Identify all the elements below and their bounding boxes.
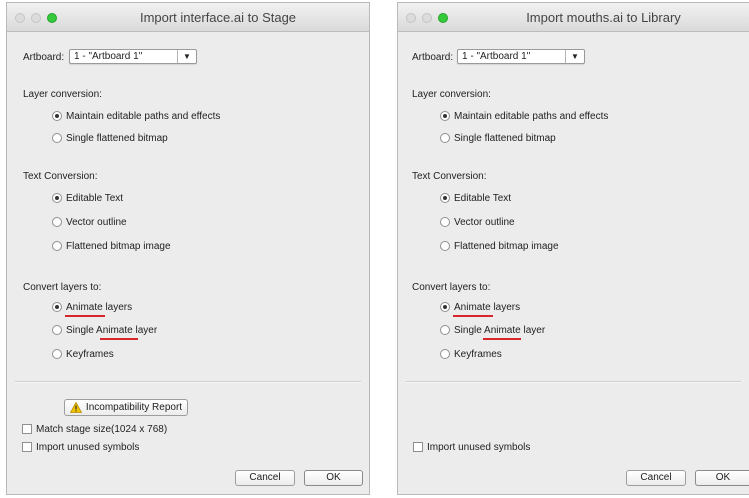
radio-button[interactable] — [440, 241, 450, 251]
artboard-label: Artboard: — [23, 52, 65, 63]
text-conversion-option-flattened-bitmap[interactable]: Flattened bitmap image — [440, 239, 559, 253]
incompatibility-report-button[interactable]: Incompatibility Report — [64, 399, 188, 416]
convert-layers-option-single-animate-layer[interactable]: Single Animate layer — [52, 323, 157, 337]
radio-button[interactable] — [52, 302, 62, 312]
radio-button[interactable] — [52, 349, 62, 359]
title-bar: Import interface.ai to Stage — [7, 3, 369, 32]
convert-layers-option-animate-layers[interactable]: Animate layers — [440, 300, 520, 314]
convert-layers-option-single-animate-layer[interactable]: Single Animate layer — [440, 323, 545, 337]
warning-icon — [69, 402, 82, 413]
layer-conversion-option-flattened-bitmap[interactable]: Single flattened bitmap — [52, 131, 168, 145]
minimize-window-button[interactable] — [422, 13, 432, 23]
dialog-title: Import mouths.ai to Library — [526, 10, 681, 25]
option-label: Maintain editable paths and effects — [454, 110, 609, 122]
radio-button[interactable] — [440, 193, 450, 203]
radio-button[interactable] — [440, 325, 450, 335]
close-window-button[interactable] — [15, 13, 25, 23]
option-label: Editable Text — [454, 192, 512, 204]
option-label: Keyframes — [66, 348, 114, 360]
convert-layers-option-animate-layers[interactable]: Animate layers — [52, 300, 132, 314]
checkbox-label: Import unused symbols — [36, 441, 140, 453]
highlight-underline — [453, 315, 493, 317]
option-label: Editable Text — [66, 192, 124, 204]
option-label: Single flattened bitmap — [66, 132, 168, 144]
radio-button[interactable] — [440, 133, 450, 143]
import-unused-symbols-checkbox[interactable]: Import unused symbols — [413, 440, 530, 454]
dropdown-arrow-icon: ▼ — [565, 50, 584, 63]
artboard-select[interactable]: 1 - "Artboard 1" ▼ — [69, 49, 197, 64]
radio-button[interactable] — [52, 325, 62, 335]
radio-button[interactable] — [440, 217, 450, 227]
text-conversion-option-editable-text[interactable]: Editable Text — [440, 191, 511, 205]
ok-button[interactable]: OK — [695, 470, 749, 486]
dropdown-arrow-icon: ▼ — [177, 50, 196, 63]
layer-conversion-option-editable-paths[interactable]: Maintain editable paths and effects — [440, 109, 608, 123]
convert-layers-heading: Convert layers to: — [23, 282, 102, 293]
import-to-library-dialog: Import mouths.ai to Library Artboard: 1 … — [397, 2, 749, 495]
convert-layers-option-keyframes[interactable]: Keyframes — [52, 347, 114, 361]
divider — [406, 381, 741, 383]
match-stage-size-checkbox[interactable]: Match stage size(1024 x 768) — [22, 422, 167, 436]
option-label: Flattened bitmap image — [454, 240, 559, 252]
option-label: Flattened bitmap image — [66, 240, 171, 252]
highlight-underline — [65, 315, 105, 317]
import-unused-symbols-checkbox[interactable]: Import unused symbols — [22, 440, 139, 454]
highlight-underline — [100, 338, 138, 340]
close-window-button[interactable] — [406, 13, 416, 23]
incompatibility-report-label: Incompatibility Report — [85, 402, 183, 413]
radio-button[interactable] — [52, 133, 62, 143]
artboard-select-value: 1 - "Artboard 1" — [462, 51, 531, 62]
ok-button[interactable]: OK — [304, 470, 363, 486]
layer-conversion-heading: Layer conversion: — [23, 89, 102, 100]
radio-button[interactable] — [440, 111, 450, 121]
checkbox[interactable] — [22, 442, 32, 452]
text-conversion-option-vector-outline[interactable]: Vector outline — [52, 215, 127, 229]
convert-layers-heading: Convert layers to: — [412, 282, 491, 293]
option-label: Vector outline — [454, 216, 515, 228]
option-label: Keyframes — [454, 348, 502, 360]
radio-button[interactable] — [52, 193, 62, 203]
radio-button[interactable] — [440, 302, 450, 312]
radio-button[interactable] — [52, 111, 62, 121]
layer-conversion-option-flattened-bitmap[interactable]: Single flattened bitmap — [440, 131, 556, 145]
option-label: Animate layers — [454, 301, 521, 313]
artboard-select-value: 1 - "Artboard 1" — [74, 51, 143, 62]
option-label: Animate layers — [66, 301, 133, 313]
cancel-button[interactable]: Cancel — [626, 470, 686, 486]
option-label: Maintain editable paths and effects — [66, 110, 221, 122]
layer-conversion-heading: Layer conversion: — [412, 89, 491, 100]
text-conversion-option-vector-outline[interactable]: Vector outline — [440, 215, 515, 229]
option-label: Single flattened bitmap — [454, 132, 556, 144]
text-conversion-option-flattened-bitmap[interactable]: Flattened bitmap image — [52, 239, 171, 253]
radio-button[interactable] — [440, 349, 450, 359]
option-label: Single Animate layer — [454, 324, 546, 336]
text-conversion-heading: Text Conversion: — [412, 171, 487, 182]
title-bar: Import mouths.ai to Library — [398, 3, 749, 32]
zoom-window-button[interactable] — [47, 13, 57, 23]
option-label: Vector outline — [66, 216, 127, 228]
radio-button[interactable] — [52, 217, 62, 227]
radio-button[interactable] — [52, 241, 62, 251]
artboard-select[interactable]: 1 - "Artboard 1" ▼ — [457, 49, 585, 64]
artboard-label: Artboard: — [412, 52, 454, 63]
checkbox-label: Match stage size(1024 x 768) — [36, 423, 168, 435]
cancel-button[interactable]: Cancel — [235, 470, 295, 486]
import-to-stage-dialog: Import interface.ai to Stage Artboard: 1… — [6, 2, 370, 495]
highlight-underline — [483, 338, 521, 340]
text-conversion-option-editable-text[interactable]: Editable Text — [52, 191, 123, 205]
convert-layers-option-keyframes[interactable]: Keyframes — [440, 347, 502, 361]
divider — [15, 381, 361, 383]
layer-conversion-option-editable-paths[interactable]: Maintain editable paths and effects — [52, 109, 220, 123]
checkbox-label: Import unused symbols — [427, 441, 531, 453]
minimize-window-button[interactable] — [31, 13, 41, 23]
option-label: Single Animate layer — [66, 324, 158, 336]
zoom-window-button[interactable] — [438, 13, 448, 23]
text-conversion-heading: Text Conversion: — [23, 171, 98, 182]
checkbox[interactable] — [413, 442, 423, 452]
checkbox[interactable] — [22, 424, 32, 434]
dialog-title: Import interface.ai to Stage — [139, 10, 297, 25]
